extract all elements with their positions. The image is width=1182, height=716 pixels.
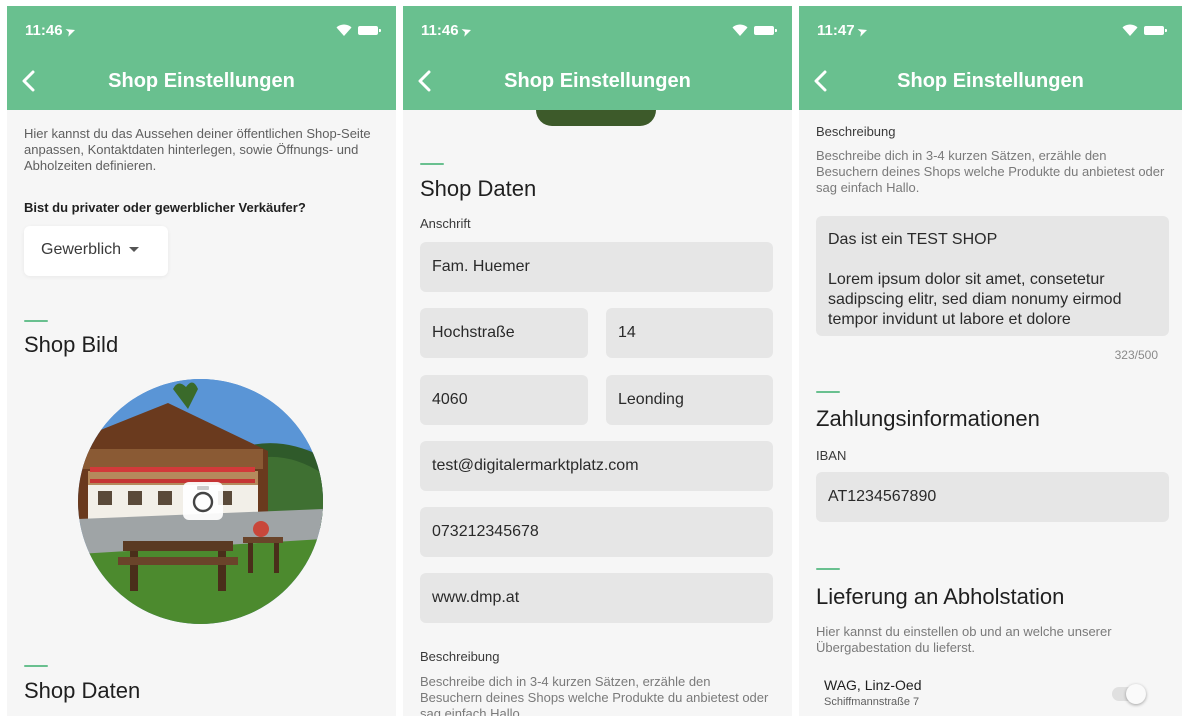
section-accent — [816, 568, 840, 570]
section-accent — [420, 163, 444, 165]
location-arrow-icon: ➤ — [855, 24, 869, 40]
seller-type-question: Bist du privater oder gewerblicher Verkä… — [24, 200, 306, 215]
content[interactable]: Shop Daten Anschrift Fam. Huemer Hochstr… — [403, 110, 792, 716]
description-counter: 323/500 — [1114, 348, 1158, 362]
email-field[interactable]: test@digitalermarktplatz.com — [420, 441, 773, 491]
status-icons — [1122, 24, 1167, 36]
description-textarea[interactable]: Das ist ein TEST SHOP Lorem ipsum dolor … — [816, 216, 1169, 336]
change-image-button[interactable] — [183, 482, 223, 520]
shop-image-partial — [536, 110, 656, 126]
seller-type-value: Gewerblich — [41, 241, 122, 258]
battery-icon — [358, 25, 381, 35]
app-bar: 11:47➤ Shop Einstellungen — [799, 6, 1182, 110]
status-icons — [732, 24, 777, 36]
page-title: Shop Einstellungen — [108, 70, 295, 92]
app-bar: 11:46➤ Shop Einstellungen — [7, 6, 396, 110]
delivery-help: Hier kannst du einstellen ob und an welc… — [816, 624, 1112, 655]
section-title-delivery: Lieferung an Abholstation — [816, 584, 1065, 609]
section-title-payment: Zahlungsinformationen — [816, 406, 1040, 431]
street-field[interactable]: Hochstraße — [420, 308, 588, 358]
screen-1: 11:46➤ Shop Einstellungen Hier kannst du… — [7, 6, 396, 716]
content[interactable]: Beschreibung Beschreibe dich in 3-4 kurz… — [799, 110, 1182, 716]
caret-down-icon — [129, 247, 140, 253]
wifi-icon — [1122, 24, 1138, 36]
station-toggle[interactable] — [1112, 684, 1146, 704]
battery-icon — [754, 25, 777, 35]
toggle-knob — [1126, 684, 1146, 704]
camera-icon — [192, 486, 214, 513]
address-label: Anschrift — [420, 216, 471, 231]
screen-3: 11:47➤ Shop Einstellungen Beschreibung B… — [799, 6, 1182, 716]
wifi-icon — [732, 24, 748, 36]
screen-2: 11:46➤ Shop Einstellungen Shop Daten Ans… — [403, 6, 792, 716]
location-arrow-icon: ➤ — [459, 24, 473, 40]
station-address: Schiffmannstraße 7 — [824, 696, 920, 708]
content[interactable]: Hier kannst du das Aussehen deiner öffen… — [7, 110, 396, 716]
section-accent — [24, 320, 48, 322]
zip-field[interactable]: 4060 — [420, 375, 588, 425]
intro-text: Hier kannst du das Aussehen deiner öffen… — [24, 126, 371, 173]
description-help: Beschreibe dich in 3-4 kurzen Sätzen, er… — [816, 148, 1165, 195]
app-bar: 11:46➤ Shop Einstellungen — [403, 6, 792, 110]
house-number-field[interactable]: 14 — [606, 308, 773, 358]
section-title-data: Shop Daten — [24, 678, 141, 703]
status-time: 11:47➤ — [817, 22, 869, 40]
name-field[interactable]: Fam. Huemer — [420, 242, 773, 292]
iban-label: IBAN — [816, 448, 847, 463]
section-title-data: Shop Daten — [420, 176, 537, 201]
website-field[interactable]: www.dmp.at — [420, 573, 773, 623]
iban-field[interactable]: AT1234567890 — [816, 472, 1169, 522]
description-help: Beschreibe dich in 3-4 kurzen Sätzen, er… — [420, 674, 769, 716]
description-label: Beschreibung — [420, 649, 500, 664]
phone-field[interactable]: 073212345678 — [420, 507, 773, 557]
page-title: Shop Einstellungen — [897, 70, 1084, 92]
description-label: Beschreibung — [816, 124, 896, 139]
location-arrow-icon: ➤ — [63, 24, 77, 40]
seller-type-dropdown[interactable]: Gewerblich — [24, 226, 168, 276]
section-title-image: Shop Bild — [24, 332, 119, 357]
wifi-icon — [336, 24, 352, 36]
station-name: WAG, Linz-Oed — [824, 677, 922, 693]
page-title: Shop Einstellungen — [504, 70, 691, 92]
status-time: 11:46➤ — [25, 22, 77, 40]
battery-icon — [1144, 25, 1167, 35]
status-icons — [336, 24, 381, 36]
status-time: 11:46➤ — [421, 22, 473, 40]
section-accent — [816, 391, 840, 393]
section-accent — [24, 665, 48, 667]
city-field[interactable]: Leonding — [606, 375, 773, 425]
